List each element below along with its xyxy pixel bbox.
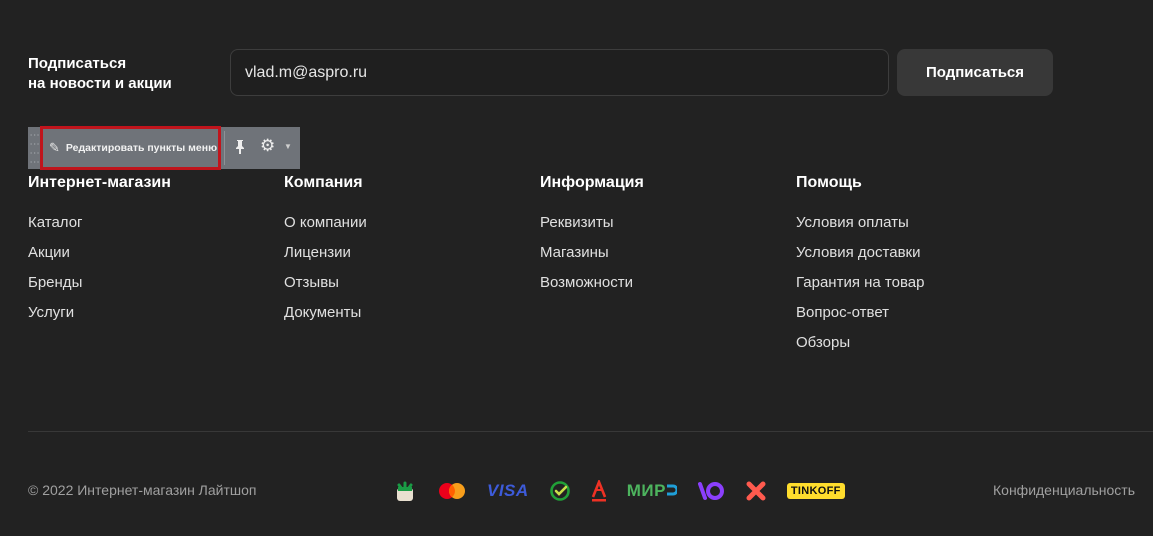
sbp-icon (549, 480, 571, 502)
pencil-icon: ✎ (49, 140, 60, 155)
alfa-bank-icon (591, 480, 607, 502)
menu-column-title: Компания (284, 174, 363, 191)
menu-link[interactable]: Возможности (540, 273, 644, 293)
tinkoff-label: TINKOFF (790, 485, 841, 497)
edit-menu-label: Редактировать пункты меню (65, 142, 218, 154)
menu-link[interactable]: Каталог (28, 213, 171, 233)
menu-column-info: Информация Реквизиты Магазины Возможност… (540, 173, 644, 303)
subscribe-title-line1: Подписаться (28, 55, 127, 72)
x-payment-icon (745, 480, 767, 502)
footer-divider (28, 431, 1153, 432)
copyright-text: © 2022 Интернет-магазин Лайтшоп (28, 482, 257, 498)
tinkoff-icon: TINKOFF (786, 483, 845, 499)
chevron-down-icon[interactable]: ▼ (284, 142, 292, 151)
payment-methods: VISA МИР TINKOFF (393, 478, 865, 504)
menu-link[interactable]: Условия оплаты (796, 213, 924, 233)
email-field[interactable] (230, 49, 889, 96)
mastercard-icon (437, 481, 467, 501)
menu-link[interactable]: Отзывы (284, 273, 367, 293)
toolbar-separator (224, 131, 225, 165)
drag-handle[interactable]: ⋮⋮⋮⋮ (28, 127, 40, 169)
menu-column-title: Информация (540, 174, 644, 191)
mir-icon: МИР (627, 481, 677, 501)
subscribe-button[interactable]: Подписаться (897, 49, 1053, 96)
menu-column-company: Компания О компании Лицензии Отзывы Доку… (284, 173, 367, 333)
edit-toolbar: ⋮⋮⋮⋮ ✎ Редактировать пункты меню ⚙ ▼ (28, 126, 300, 170)
subscribe-title: Подписаться на новости и акции (28, 54, 172, 94)
sber-icon (393, 479, 417, 503)
menu-link[interactable]: Услуги (28, 303, 171, 323)
menu-link[interactable]: Условия доставки (796, 243, 924, 263)
menu-link[interactable]: Бренды (28, 273, 171, 293)
yoomoney-icon (697, 480, 725, 502)
menu-column-help: Помощь Условия оплаты Условия доставки Г… (796, 173, 924, 363)
pin-icon[interactable] (234, 139, 246, 158)
menu-column-title: Интернет-магазин (28, 174, 171, 191)
menu-link[interactable]: Документы (284, 303, 367, 323)
gear-icon[interactable]: ⚙ (260, 136, 275, 156)
menu-link[interactable]: Гарантия на товар (796, 273, 924, 293)
mir-label: МИР (626, 481, 666, 500)
menu-link[interactable]: Обзоры (796, 333, 924, 353)
menu-link[interactable]: Акции (28, 243, 171, 263)
subscribe-title-line2: на новости и акции (28, 75, 172, 92)
menu-link[interactable]: Лицензии (284, 243, 367, 263)
visa-label: VISA (487, 481, 529, 500)
menu-column-title: Помощь (796, 174, 862, 191)
menu-link[interactable]: О компании (284, 213, 367, 233)
menu-link[interactable]: Магазины (540, 243, 644, 263)
edit-menu-button[interactable]: ✎ Редактировать пункты меню (40, 126, 221, 170)
privacy-link[interactable]: Конфиденциальность (993, 482, 1135, 498)
visa-icon: VISA (487, 481, 529, 501)
menu-link[interactable]: Вопрос-ответ (796, 303, 924, 323)
menu-column-shop: Интернет-магазин Каталог Акции Бренды Ус… (28, 173, 171, 333)
menu-link[interactable]: Реквизиты (540, 213, 644, 233)
